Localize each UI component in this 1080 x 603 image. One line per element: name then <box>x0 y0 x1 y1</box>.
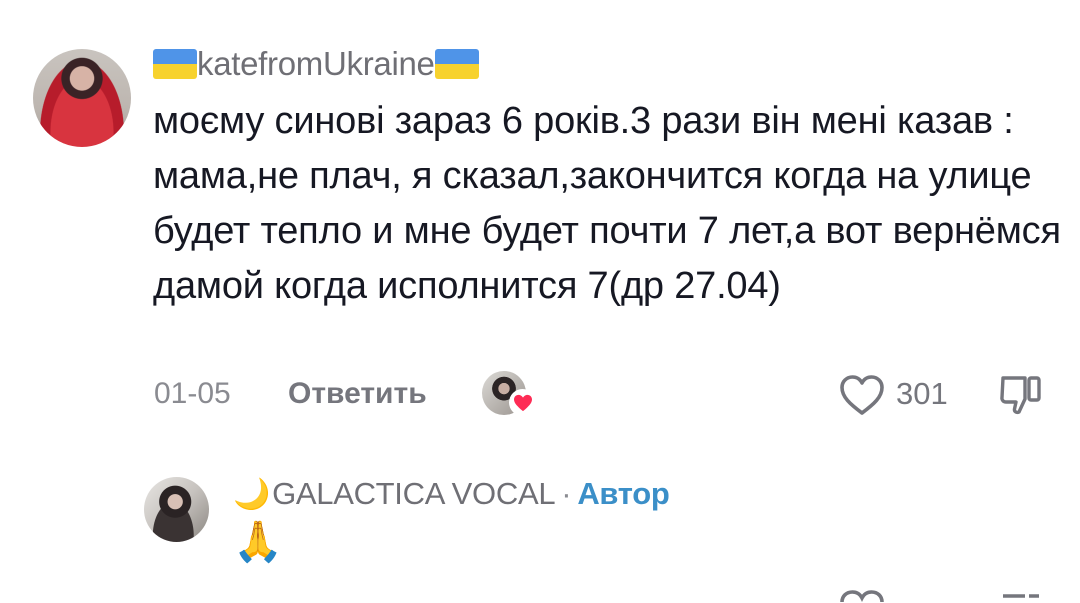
reply-avatar[interactable] <box>144 477 209 542</box>
username-text[interactable]: katefromUkraine <box>197 45 435 83</box>
reply-button[interactable]: Ответить <box>288 377 427 411</box>
reply-username-line[interactable]: 🌙 GALACTICA VOCAL · Автор <box>233 474 670 514</box>
comment-thread: katefromUkraine моєму синові зараз 6 рок… <box>0 0 1080 603</box>
avatar[interactable] <box>33 49 131 147</box>
reply-username[interactable]: GALACTICA VOCAL <box>272 476 556 512</box>
ukraine-flag-icon <box>153 49 197 79</box>
author-badge: Автор <box>577 476 670 511</box>
ukraine-flag-icon <box>434 49 479 79</box>
like-count: 301 <box>896 376 948 411</box>
separator: · <box>561 476 572 511</box>
heart-icon[interactable] <box>838 373 886 417</box>
reply-text: 🙏 <box>233 520 283 564</box>
dislike-icon[interactable] <box>998 588 1044 603</box>
comment-date: 01-05 <box>154 377 231 410</box>
dislike-icon[interactable] <box>998 372 1044 418</box>
moon-icon: 🌙 <box>233 477 271 511</box>
comment-text: моєму синові зараз 6 років.3 рази він ме… <box>153 100 1061 307</box>
creator-liked-badge-icon <box>509 389 536 416</box>
heart-icon[interactable] <box>838 588 886 603</box>
comment-username[interactable]: katefromUkraine <box>153 44 479 84</box>
